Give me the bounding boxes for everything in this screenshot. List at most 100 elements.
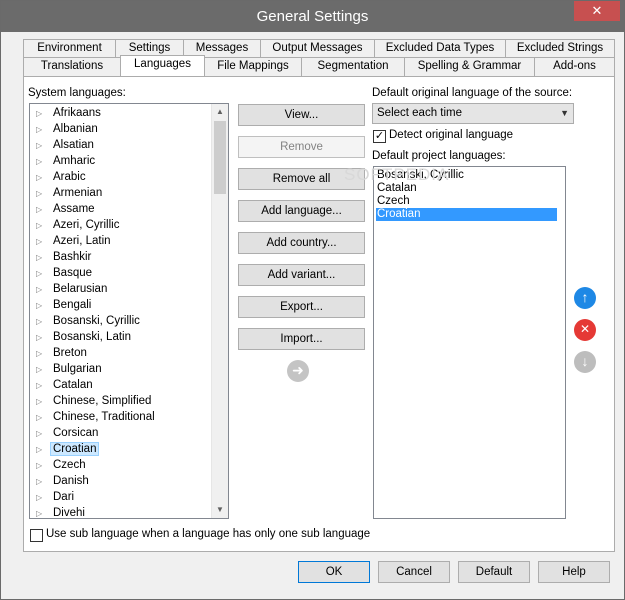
tab-excluded-strings[interactable]: Excluded Strings	[505, 39, 615, 58]
system-language-item[interactable]: ▷ Dari	[36, 490, 77, 506]
system-language-item[interactable]: ▷ Corsican	[36, 426, 101, 442]
system-language-item[interactable]: ▷ Afrikaans	[36, 106, 104, 122]
system-language-item[interactable]: ▷ Azeri, Cyrillic	[36, 218, 122, 234]
softpedia-watermark: SOFTPEDIA	[344, 165, 450, 184]
tab-languages[interactable]: Languages	[120, 55, 205, 76]
project-languages-list[interactable]: Bosanski, Cyrillic Catalan Czech Croatian	[373, 166, 566, 519]
project-language-item[interactable]: Croatian	[376, 208, 557, 221]
expand-arrow-icon[interactable]: ▷	[36, 122, 46, 137]
add-language-button[interactable]: Add language...	[238, 200, 365, 222]
tab-segmentation[interactable]: Segmentation	[301, 57, 405, 76]
add-variant-button[interactable]: Add variant...	[238, 264, 365, 286]
expand-arrow-icon[interactable]: ▷	[36, 106, 46, 121]
expand-arrow-icon[interactable]: ▷	[36, 202, 46, 217]
system-language-label: Czech	[53, 459, 86, 471]
scroll-thumb[interactable]	[214, 121, 226, 194]
expand-arrow-icon[interactable]: ▷	[36, 186, 46, 201]
tab-translations[interactable]: Translations	[23, 57, 121, 76]
source-language-select[interactable]: Select each time ▼	[372, 103, 574, 124]
expand-arrow-icon[interactable]: ▷	[36, 394, 46, 409]
system-language-item[interactable]: ▷ Croatian	[36, 442, 100, 458]
close-button[interactable]: ✕	[574, 1, 620, 21]
move-right-arrow-icon[interactable]: ➜	[287, 360, 309, 382]
scroll-up-arrow-icon[interactable]: ▲	[212, 104, 228, 120]
system-language-item[interactable]: ▷ Arabic	[36, 170, 89, 186]
expand-arrow-icon[interactable]: ▷	[36, 474, 46, 489]
system-language-item[interactable]: ▷ Bulgarian	[36, 362, 105, 378]
system-language-item[interactable]: ▷ Armenian	[36, 186, 105, 202]
tab-file-mappings[interactable]: File Mappings	[204, 57, 302, 76]
sub-language-checkbox[interactable]	[30, 529, 43, 542]
tab-environment[interactable]: Environment	[23, 39, 116, 58]
expand-arrow-icon[interactable]: ▷	[36, 138, 46, 153]
system-language-item[interactable]: ▷ Assame	[36, 202, 98, 218]
ok-button[interactable]: OK	[298, 561, 370, 583]
system-language-item[interactable]: ▷ Breton	[36, 346, 90, 362]
tab-output-messages[interactable]: Output Messages	[260, 39, 375, 58]
system-language-item[interactable]: ▷ Chinese, Traditional	[36, 410, 158, 426]
expand-arrow-icon[interactable]: ▷	[36, 410, 46, 425]
add-country-button[interactable]: Add country...	[238, 232, 365, 254]
window-title: General Settings	[256, 8, 369, 25]
system-language-item[interactable]: ▷ Amharic	[36, 154, 98, 170]
move-down-icon[interactable]: ↓	[574, 351, 596, 373]
system-language-item[interactable]: ▷ Belarusian	[36, 282, 110, 298]
expand-arrow-icon[interactable]: ▷	[36, 490, 46, 505]
detect-language-checkbox[interactable]: ✓	[373, 130, 386, 143]
default-button[interactable]: Default	[458, 561, 530, 583]
chevron-down-icon: ▼	[560, 108, 569, 118]
help-button[interactable]: Help	[538, 561, 610, 583]
expand-arrow-icon[interactable]: ▷	[36, 458, 46, 473]
expand-arrow-icon[interactable]: ▷	[36, 506, 46, 518]
system-language-item[interactable]: ▷ Bosanski, Cyrillic	[36, 314, 143, 330]
system-language-item[interactable]: ▷ Azeri, Latin	[36, 234, 114, 250]
system-language-item[interactable]: ▷ Alsatian	[36, 138, 97, 154]
sub-language-label: Use sub language when a language has onl…	[46, 528, 371, 540]
system-language-item[interactable]: ▷ Bengali	[36, 298, 94, 314]
dialog-client: Environment Settings Messages Output Mes…	[8, 32, 617, 596]
remove-language-icon[interactable]: ✕	[574, 319, 596, 341]
tab-spelling-grammar[interactable]: Spelling & Grammar	[404, 57, 535, 76]
system-language-item[interactable]: ▷ Divehi	[36, 506, 88, 518]
expand-arrow-icon[interactable]: ▷	[36, 250, 46, 265]
expand-arrow-icon[interactable]: ▷	[36, 298, 46, 313]
source-language-value: Select each time	[377, 107, 463, 119]
system-language-item[interactable]: ▷ Albanian	[36, 122, 101, 138]
expand-arrow-icon[interactable]: ▷	[36, 378, 46, 393]
detect-language-label: Detect original language	[389, 129, 514, 141]
checkmark-icon: ✓	[374, 130, 385, 142]
expand-arrow-icon[interactable]: ▷	[36, 282, 46, 297]
system-languages-list[interactable]: ▷ Afrikaans ▷ Albanian ▷ Alsatian ▷ Amharic ▷ Ara…	[29, 103, 229, 519]
expand-arrow-icon[interactable]: ▷	[36, 266, 46, 281]
system-language-label: Bulgarian	[53, 363, 102, 375]
remove-button[interactable]: Remove	[238, 136, 365, 158]
import-button[interactable]: Import...	[238, 328, 365, 350]
expand-arrow-icon[interactable]: ▷	[36, 314, 46, 329]
export-button[interactable]: Export...	[238, 296, 365, 318]
move-up-icon[interactable]: ↑	[574, 287, 596, 309]
expand-arrow-icon[interactable]: ▷	[36, 346, 46, 361]
system-language-item[interactable]: ▷ Chinese, Simplified	[36, 394, 154, 410]
tab-add-ons[interactable]: Add-ons	[534, 57, 615, 76]
expand-arrow-icon[interactable]: ▷	[36, 234, 46, 249]
cancel-button[interactable]: Cancel	[378, 561, 450, 583]
expand-arrow-icon[interactable]: ▷	[36, 218, 46, 233]
system-language-item[interactable]: ▷ Danish	[36, 474, 92, 490]
view-button[interactable]: View...	[238, 104, 365, 126]
expand-arrow-icon[interactable]: ▷	[36, 362, 46, 377]
expand-arrow-icon[interactable]: ▷	[36, 330, 46, 345]
scroll-down-arrow-icon[interactable]: ▼	[212, 502, 228, 518]
system-language-item[interactable]: ▷ Bosanski, Latin	[36, 330, 134, 346]
expand-arrow-icon[interactable]: ▷	[36, 426, 46, 441]
system-language-item[interactable]: ▷ Bashkir	[36, 250, 94, 266]
system-languages-scrollbar[interactable]: ▲ ▼	[211, 104, 228, 518]
system-language-item[interactable]: ▷ Basque	[36, 266, 95, 282]
tab-excluded-data-types[interactable]: Excluded Data Types	[374, 39, 506, 58]
expand-arrow-icon[interactable]: ▷	[36, 154, 46, 169]
system-language-item[interactable]: ▷ Catalan	[36, 378, 96, 394]
expand-arrow-icon[interactable]: ▷	[36, 442, 46, 457]
system-language-label: Amharic	[53, 155, 96, 167]
expand-arrow-icon[interactable]: ▷	[36, 170, 46, 185]
project-language-item[interactable]: Czech	[376, 195, 557, 208]
system-language-item[interactable]: ▷ Czech	[36, 458, 89, 474]
